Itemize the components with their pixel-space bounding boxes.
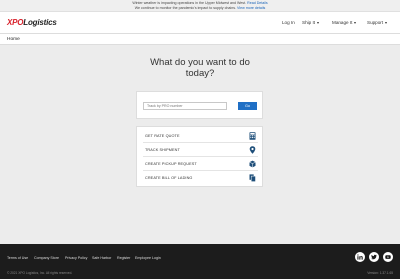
site-footer: Terms of Use Company Store Privacy Polic…	[0, 244, 400, 279]
quick-actions-card: GET RATE QUOTE TRACK SHIPMENT CREATE PIC…	[136, 126, 263, 187]
twitter-button[interactable]	[369, 252, 379, 262]
view-more-details-link[interactable]: View more details	[237, 6, 265, 10]
xpo-logo[interactable]: XPOLogistics	[7, 18, 57, 27]
youtube-icon	[385, 255, 391, 259]
action-label: TRACK SHIPMENT	[145, 148, 180, 152]
page-title-line-1: What do you want to do	[150, 57, 250, 68]
youtube-button[interactable]	[383, 252, 393, 262]
version-text: Version: 1.37.1.65	[367, 271, 393, 275]
employee-login-link[interactable]: Employee Login	[135, 256, 161, 261]
safe-harbor-link[interactable]: Safe Harbor	[92, 256, 111, 261]
box-icon	[249, 160, 256, 168]
action-label: GET RATE QUOTE	[145, 134, 180, 138]
alert-line-2: We continue to monitor the pandemic's im…	[0, 6, 400, 11]
linkedin-button[interactable]	[355, 252, 365, 262]
chevron-down-icon	[354, 21, 357, 24]
register-link[interactable]: Register	[117, 256, 130, 261]
chevron-down-icon	[317, 21, 320, 24]
logo-part-2: Logistics	[23, 18, 57, 27]
support-label: Support	[367, 20, 384, 25]
top-navigation: XPOLogistics Log In Ship It Manage It Su…	[0, 12, 400, 34]
breadcrumb: Home	[0, 34, 400, 45]
alert-text-2: We continue to monitor the pandemic's im…	[134, 6, 236, 10]
documents-icon	[249, 174, 256, 182]
login-link[interactable]: Log In	[282, 20, 295, 26]
get-rate-quote-item[interactable]: GET RATE QUOTE	[143, 129, 258, 143]
alert-text-1: Winter weather is impacting operations i…	[132, 1, 247, 5]
login-label: Log In	[282, 20, 295, 25]
read-details-link[interactable]: Read Details	[247, 1, 268, 5]
go-button[interactable]: Go	[238, 102, 257, 110]
manage-it-label: Manage It	[332, 20, 353, 25]
page-title: What do you want to do today?	[0, 57, 400, 79]
calculator-icon	[249, 132, 256, 140]
track-search-card: Go	[136, 91, 263, 119]
track-shipment-item[interactable]: TRACK SHIPMENT	[143, 143, 258, 157]
create-pickup-request-item[interactable]: CREATE PICKUP REQUEST	[143, 157, 258, 171]
alert-banner: Winter weather is impacting operations i…	[0, 0, 400, 12]
twitter-icon	[371, 254, 377, 260]
create-bill-of-lading-item[interactable]: CREATE BILL OF LADING	[143, 171, 258, 185]
action-label: CREATE BILL OF LADING	[145, 176, 193, 180]
support-menu[interactable]: Support	[367, 20, 388, 26]
privacy-policy-link[interactable]: Privacy Policy	[65, 256, 87, 261]
chevron-down-icon	[385, 21, 388, 24]
company-store-link[interactable]: Company Store	[34, 256, 59, 261]
action-label: CREATE PICKUP REQUEST	[145, 162, 197, 166]
ship-it-menu[interactable]: Ship It	[302, 20, 320, 26]
terms-of-use-link[interactable]: Terms of Use	[7, 256, 28, 261]
logo-part-1: XPO	[7, 18, 24, 27]
ship-it-label: Ship It	[302, 20, 316, 25]
manage-it-menu[interactable]: Manage It	[332, 20, 357, 26]
map-pin-icon	[249, 146, 256, 154]
page-title-line-2: today?	[185, 68, 215, 79]
pro-number-input[interactable]	[143, 102, 227, 110]
breadcrumb-home-link[interactable]: Home	[7, 37, 20, 43]
linkedin-icon	[357, 254, 363, 260]
copyright-text: © 2021 XPO Logistics, Inc. All rights re…	[7, 271, 73, 275]
